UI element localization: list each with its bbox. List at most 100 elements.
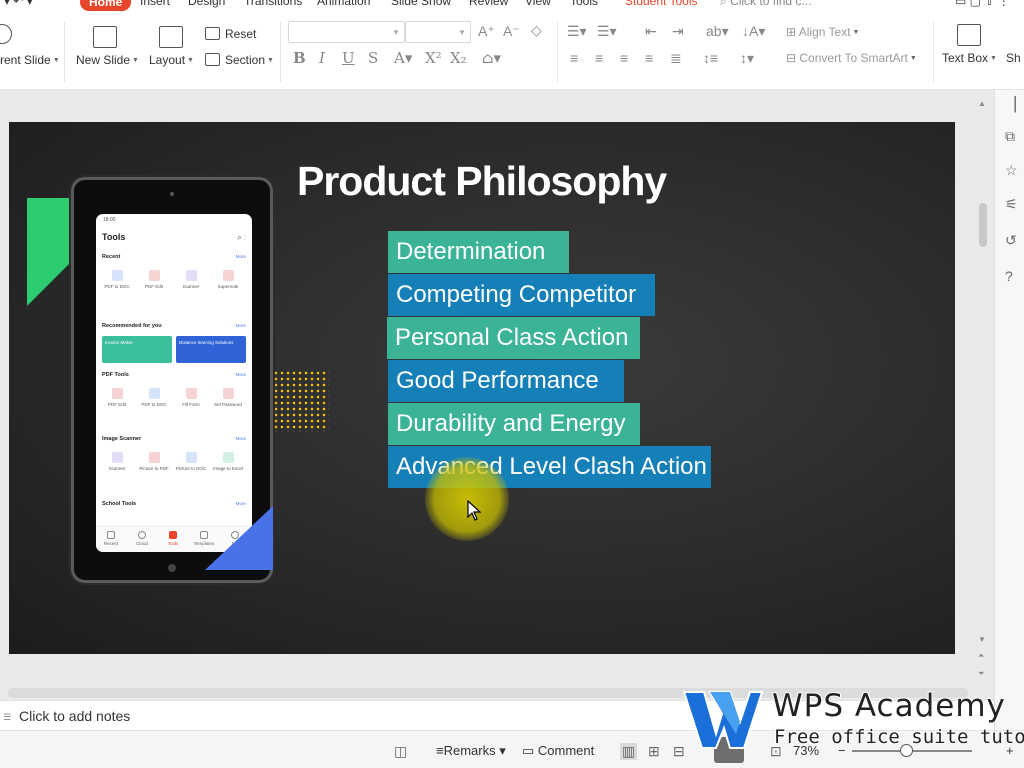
philosophy-item[interactable]: Competing Competitor xyxy=(388,274,655,316)
mouse-pointer-icon xyxy=(467,500,482,521)
philosophy-item[interactable]: Personal Class Action xyxy=(387,317,640,359)
align-text-button[interactable]: ⊞ Align Text ▼ xyxy=(786,25,859,39)
vertical-scrollbar[interactable]: ▲ ▼ ⏶ ⏷ xyxy=(976,95,990,695)
next-slide-icon[interactable]: ⏷ xyxy=(978,669,984,679)
tab-tools[interactable]: Tools xyxy=(570,0,598,8)
remarks-button[interactable]: ≡Remarks ▾ xyxy=(436,743,506,759)
tab-home[interactable]: Home xyxy=(80,0,132,11)
scroll-down-icon[interactable]: ▼ xyxy=(978,635,986,644)
tab-student-tools[interactable]: Student Tools xyxy=(625,0,698,8)
underline-icon[interactable]: U xyxy=(342,49,355,67)
font-family-select[interactable]: ▼ xyxy=(288,21,405,43)
bold-icon[interactable]: B xyxy=(293,49,306,67)
slide-layout-panel-icon[interactable]: ⧉ xyxy=(1005,128,1015,145)
tab-view[interactable]: View xyxy=(525,0,551,8)
reset-button[interactable]: Reset xyxy=(225,27,256,41)
history-panel-icon[interactable]: ↺ xyxy=(1005,232,1017,249)
ribbon-divider xyxy=(64,22,65,82)
notes-grip-icon[interactable]: ☰ xyxy=(3,712,11,723)
phone-app-label: Image to Excel xyxy=(213,466,243,471)
quick-access-icons[interactable]: ▾ ↶ ▾ xyxy=(4,0,33,8)
justify-icon[interactable]: ≡ xyxy=(645,50,653,66)
wps-logo-icon xyxy=(682,691,764,749)
convert-smartart-button[interactable]: ⊟ Convert To SmartArt ▼ xyxy=(786,51,917,65)
pdf-edit-icon xyxy=(111,388,123,399)
philosophy-item[interactable]: Good Performance xyxy=(388,360,624,402)
layout-icon[interactable] xyxy=(159,26,183,48)
decrease-indent-icon[interactable]: ⇤ xyxy=(645,23,657,40)
tab-insert[interactable]: Insert xyxy=(140,0,170,8)
philosophy-item[interactable]: Determination xyxy=(388,231,569,273)
tools-icon xyxy=(169,531,177,539)
superscript-icon[interactable]: X² xyxy=(425,49,442,67)
phone-app-label: Set Password xyxy=(214,402,242,407)
help-icon[interactable]: ? xyxy=(1005,268,1013,284)
increase-indent-icon[interactable]: ⇥ xyxy=(672,23,684,40)
collapse-panel-icon[interactable]: ▕ xyxy=(1005,96,1016,113)
text-direction-icon[interactable]: ↓A▾ xyxy=(742,23,765,40)
highlight-icon[interactable]: ⌂▾ xyxy=(482,49,501,67)
layout-button[interactable]: Layout ▼ xyxy=(149,53,194,67)
phone-app-label: PDF to DOC xyxy=(141,402,167,407)
eraser-icon[interactable]: ◇ xyxy=(531,22,542,39)
tab-transitions[interactable]: Transitions xyxy=(244,0,302,8)
window-icons[interactable]: ▭ ▢ ⇧ ⋮ xyxy=(955,0,1010,8)
phone-section-school-tools: School Tools xyxy=(102,501,137,507)
slide-sorter-status-icon[interactable]: ◫ xyxy=(394,743,407,760)
decrease-font-icon[interactable]: A⁻ xyxy=(503,23,520,40)
layout-label: Layout xyxy=(149,53,186,67)
animation-panel-icon[interactable]: ☆ xyxy=(1005,162,1018,179)
text-spacing-icon[interactable]: ab▾ xyxy=(706,23,729,40)
bullets-icon[interactable]: ☰▾ xyxy=(567,23,587,40)
invoice-maker-banner: Invoice Maker xyxy=(102,336,172,363)
play-current-slide-icon[interactable] xyxy=(0,24,12,44)
strikethrough-icon[interactable]: S xyxy=(368,49,378,67)
previous-slide-icon[interactable]: ⏶ xyxy=(978,651,984,661)
font-size-select[interactable]: ▼ xyxy=(405,21,471,43)
comment-button[interactable]: ▭ Comment xyxy=(522,743,594,759)
slide-title[interactable]: Product Philosophy xyxy=(297,158,667,205)
italic-icon[interactable]: I xyxy=(319,49,325,67)
text-box-button[interactable]: Text Box ▼ xyxy=(942,51,997,65)
text-box-icon[interactable] xyxy=(957,24,981,46)
notes-placeholder[interactable]: Click to add notes xyxy=(19,708,130,724)
phone-more-link: More xyxy=(235,436,246,441)
align-left-icon[interactable]: ≡ xyxy=(570,50,578,66)
scroll-up-icon[interactable]: ▲ xyxy=(978,99,986,108)
tab-animation[interactable]: Animation xyxy=(317,0,370,8)
properties-panel-icon[interactable]: ⚟ xyxy=(1005,196,1018,213)
phone-nav-label: Tools xyxy=(167,541,179,546)
new-slide-icon[interactable] xyxy=(93,26,117,48)
numbering-icon[interactable]: ☰▾ xyxy=(597,23,617,40)
shapes-button[interactable]: Sh xyxy=(1006,51,1021,65)
line-spacing-icon[interactable]: ↕≡ xyxy=(703,50,718,66)
set-password-icon xyxy=(222,388,234,399)
normal-view-icon[interactable]: ▥ xyxy=(620,743,638,760)
phone-app-item: PDF Edit xyxy=(100,388,134,407)
align-center-icon[interactable]: ≡ xyxy=(595,50,603,66)
find-command-input[interactable]: ⌕ Click to find c... xyxy=(720,0,811,9)
font-color-icon[interactable]: A▾ xyxy=(394,49,412,67)
align-right-icon[interactable]: ≡ xyxy=(620,50,628,66)
section-label: Section xyxy=(225,53,266,67)
subscript-icon[interactable]: X₂ xyxy=(450,49,467,67)
vertical-scroll-thumb[interactable] xyxy=(979,203,987,247)
increase-font-icon[interactable]: A⁺ xyxy=(478,23,495,40)
tab-design[interactable]: Design xyxy=(188,0,225,8)
paragraph-spacing-icon[interactable]: ↕▾ xyxy=(740,50,754,67)
reset-icon[interactable] xyxy=(205,27,220,40)
phone-app-item: Image to Excel xyxy=(211,452,245,471)
section-button[interactable]: Section ▼ xyxy=(225,53,274,67)
slide-sorter-view-icon[interactable]: ⊞ xyxy=(648,743,660,760)
distribute-icon[interactable]: ≣ xyxy=(670,50,682,67)
phone-title: Tools xyxy=(102,232,126,242)
from-current-slide-button[interactable]: rent Slide ▼ xyxy=(0,53,60,67)
phone-section-recent: Recent xyxy=(102,254,121,260)
philosophy-item[interactable]: Durability and Energy xyxy=(388,403,640,445)
slide[interactable]: 18:00 Tools ⌕ ⋮ Recent More PDF to DOC P… xyxy=(9,122,955,654)
tab-slide-show[interactable]: Slide Show xyxy=(391,0,451,8)
section-icon[interactable] xyxy=(205,53,220,66)
pdf-to-doc-icon xyxy=(111,270,123,281)
tab-review[interactable]: Review xyxy=(469,0,508,8)
new-slide-button[interactable]: New Slide ▼ xyxy=(76,53,139,67)
